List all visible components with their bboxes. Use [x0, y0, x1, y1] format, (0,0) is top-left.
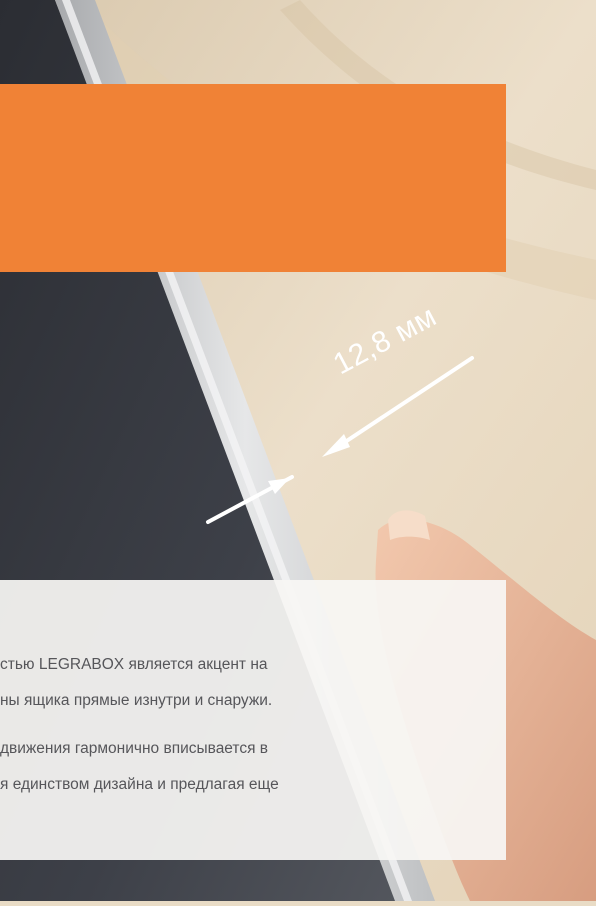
description-line-4: я единством дизайна и предлагая еще: [0, 776, 279, 793]
description-line-1: стью LEGRABOX является акцент на: [0, 656, 268, 673]
orange-title-banner: [0, 84, 506, 272]
description-panel: [0, 580, 506, 860]
description-line-3: движения гармонично вписывается в: [0, 740, 269, 757]
description-line-2: ны ящика прямые изнутри и снаружи.: [0, 692, 273, 709]
